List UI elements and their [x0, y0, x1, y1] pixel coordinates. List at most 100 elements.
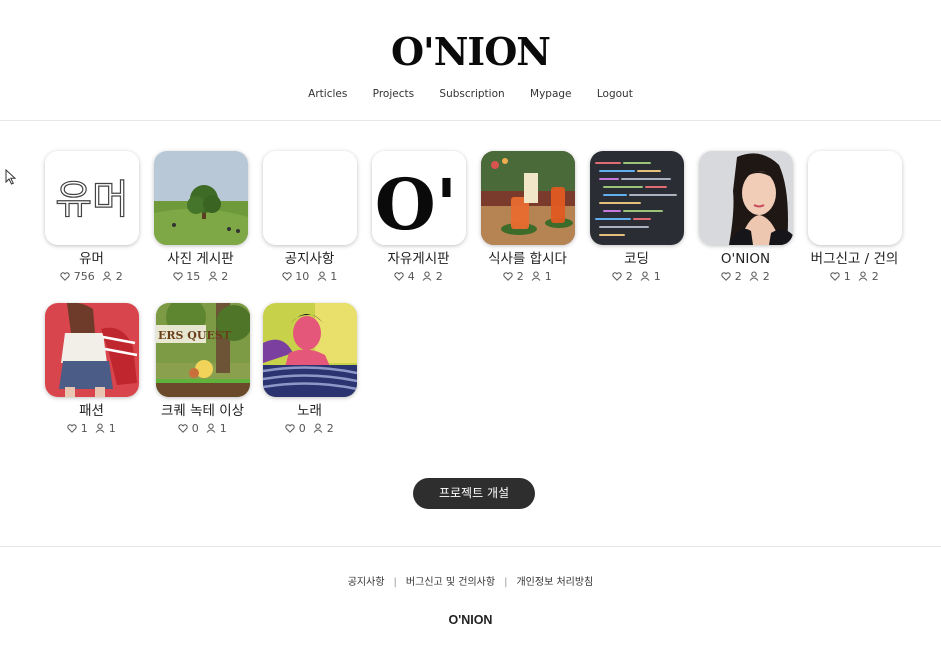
heart-icon — [67, 424, 77, 433]
project-thumbnail[interactable]: ERS QUEST — [155, 303, 250, 397]
nav-logout[interactable]: Logout — [597, 88, 633, 100]
like-count: 15 — [186, 270, 201, 283]
site-logo[interactable]: O'NION — [0, 30, 941, 74]
like-count: 2 — [734, 270, 742, 283]
project-thumbnail[interactable] — [262, 151, 357, 245]
project-stats: 0 1 — [148, 421, 257, 436]
footer-brand: O'NION — [448, 613, 493, 627]
project-name[interactable]: 코딩 — [582, 250, 691, 268]
project-card[interactable]: O' 자유게시판 4 2 — [364, 151, 473, 284]
project-thumbnail[interactable] — [698, 151, 793, 245]
heart-icon — [60, 272, 70, 281]
footer-link-notice[interactable]: 공지사항 — [348, 577, 385, 588]
header-divider — [0, 120, 941, 121]
member-count: 1 — [330, 270, 338, 283]
project-stats: 10 1 — [255, 269, 364, 284]
project-stats: 2 1 — [582, 269, 691, 284]
project-card[interactable]: 공지사항 10 1 — [255, 151, 364, 284]
like-count: 2 — [625, 270, 633, 283]
heart-icon — [173, 272, 183, 281]
member-count: 2 — [221, 270, 229, 283]
person-icon — [640, 271, 650, 281]
project-thumbnail[interactable] — [480, 151, 575, 245]
heart-icon — [282, 272, 292, 281]
person-icon — [317, 271, 327, 281]
project-card[interactable]: ERS QUEST 크퀘 녹테 이상 0 1 — [148, 303, 257, 436]
project-name[interactable]: 크퀘 녹테 이상 — [148, 402, 257, 420]
member-count: 2 — [326, 422, 334, 435]
project-thumbnail[interactable] — [44, 303, 139, 397]
like-count: 0 — [298, 422, 306, 435]
project-name[interactable]: O'NION — [691, 250, 800, 268]
footer-link-privacy[interactable]: 개인정보 처리방침 — [516, 577, 593, 588]
project-name[interactable]: 사진 게시판 — [146, 250, 255, 268]
like-count: 1 — [843, 270, 851, 283]
project-card[interactable]: O'NION 2 2 — [691, 151, 800, 284]
like-count: 756 — [73, 270, 95, 283]
heart-icon — [285, 424, 295, 433]
person-icon — [208, 271, 218, 281]
heart-icon — [178, 424, 188, 433]
project-card[interactable]: 식사를 합시다 2 1 — [473, 151, 582, 284]
mouse-cursor-icon — [5, 168, 17, 189]
project-card[interactable]: 버그신고 / 건의 1 2 — [800, 151, 909, 284]
person-icon — [422, 271, 432, 281]
heart-icon — [503, 272, 513, 281]
project-name[interactable]: 버그신고 / 건의 — [800, 250, 909, 268]
project-card[interactable]: 사진 게시판 15 2 — [146, 151, 255, 284]
project-name[interactable]: 공지사항 — [255, 250, 364, 268]
nav-articles[interactable]: Articles — [308, 88, 347, 100]
project-card[interactable]: 패션 1 1 — [37, 303, 146, 436]
main-nav: Articles Projects Subscription Mypage Lo… — [0, 88, 941, 100]
project-thumbnail[interactable] — [262, 303, 357, 397]
project-stats: 4 2 — [364, 269, 473, 284]
project-name[interactable]: 식사를 합시다 — [473, 250, 582, 268]
project-card[interactable]: 유머 유머 756 2 — [37, 151, 146, 284]
project-name[interactable]: 노래 — [255, 402, 364, 420]
member-count: 1 — [108, 422, 116, 435]
project-name[interactable]: 자유게시판 — [364, 250, 473, 268]
project-stats: 2 2 — [691, 269, 800, 284]
project-card[interactable]: 노래 0 2 — [255, 303, 364, 436]
heart-icon — [721, 272, 731, 281]
person-icon — [206, 423, 216, 433]
thumb-game-title: ERS QUEST — [158, 329, 232, 342]
project-thumbnail[interactable] — [589, 151, 684, 245]
like-count: 1 — [80, 422, 88, 435]
project-stats: 0 2 — [255, 421, 364, 436]
thumb-logo-text: O' — [374, 163, 456, 245]
nav-projects[interactable]: Projects — [373, 88, 414, 100]
footer-separator: | — [393, 577, 397, 588]
like-count: 0 — [191, 422, 199, 435]
footer-links: 공지사항 | 버그신고 및 건의사항 | 개인정보 처리방침 — [0, 573, 941, 588]
nav-subscription[interactable]: Subscription — [439, 88, 504, 100]
like-count: 2 — [516, 270, 524, 283]
footer-divider — [0, 546, 941, 547]
thumb-handwritten-text: 유머 — [55, 177, 129, 223]
project-stats: 1 2 — [800, 269, 909, 284]
project-card[interactable]: 코딩 2 1 — [582, 151, 691, 284]
member-count: 1 — [544, 270, 552, 283]
member-count: 1 — [219, 422, 227, 435]
project-stats: 15 2 — [146, 269, 255, 284]
project-thumbnail[interactable]: O' — [371, 151, 466, 245]
project-name[interactable]: 유머 — [37, 250, 146, 268]
member-count: 2 — [871, 270, 879, 283]
project-thumbnail[interactable] — [153, 151, 248, 245]
project-name[interactable]: 패션 — [37, 402, 146, 420]
project-thumbnail[interactable] — [807, 151, 902, 245]
create-project-button[interactable]: 프로젝트 개설 — [413, 478, 535, 509]
person-icon — [95, 423, 105, 433]
project-stats: 756 2 — [37, 269, 146, 284]
person-icon — [531, 271, 541, 281]
member-count: 2 — [435, 270, 443, 283]
footer-link-bug-report[interactable]: 버그신고 및 건의사항 — [406, 577, 495, 588]
member-count: 2 — [762, 270, 770, 283]
heart-icon — [830, 272, 840, 281]
heart-icon — [394, 272, 404, 281]
project-thumbnail[interactable]: 유머 — [44, 151, 139, 245]
nav-mypage[interactable]: Mypage — [530, 88, 572, 100]
like-count: 4 — [407, 270, 415, 283]
member-count: 2 — [115, 270, 123, 283]
person-icon — [313, 423, 323, 433]
